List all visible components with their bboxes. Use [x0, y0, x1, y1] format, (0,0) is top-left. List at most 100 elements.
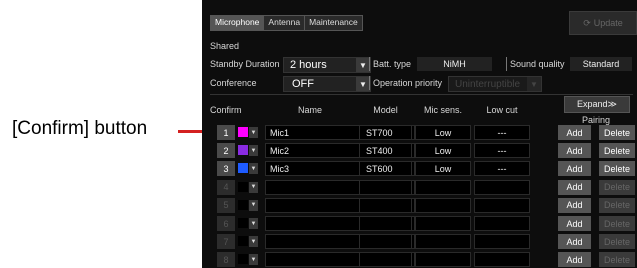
delete-button[interactable]: Delete — [599, 252, 635, 268]
chevron-down-icon[interactable]: ▼ — [249, 181, 258, 193]
mic-sens-cell[interactable]: Low — [415, 143, 471, 159]
confirm-button-callout: [Confirm] button — [12, 118, 148, 139]
color-swatch[interactable] — [238, 199, 248, 210]
add-button[interactable]: Add — [558, 125, 591, 140]
low-cut-cell[interactable] — [474, 252, 530, 268]
shared-heading: Shared — [210, 41, 240, 51]
chevron-down-icon[interactable]: ▼ — [249, 254, 258, 266]
model-cell: ST600 — [359, 161, 412, 177]
mic-sens-cell[interactable]: Low — [415, 125, 471, 140]
model-cell: ST400 — [359, 143, 412, 159]
table-row: 2 ▼ Mic2 ST400 Low --- Add Delete — [202, 143, 637, 159]
divider — [506, 57, 507, 71]
chevron-down-icon: ▼ — [527, 77, 541, 91]
table-row: 1 ▼ Mic1 ST700 Low --- Add Delete — [202, 125, 637, 141]
delete-button[interactable]: Delete — [599, 125, 635, 140]
mic-sens-cell[interactable] — [415, 197, 471, 213]
color-swatch[interactable] — [238, 236, 248, 247]
add-button[interactable]: Add — [558, 143, 591, 159]
low-cut-cell[interactable] — [474, 179, 530, 195]
batt-type-label: Batt. type — [373, 59, 412, 69]
low-cut-header: Low cut — [486, 105, 518, 115]
model-cell: ST700 — [359, 125, 412, 140]
section-divider — [210, 94, 633, 95]
conference-select[interactable]: OFF ▼ — [283, 76, 371, 92]
update-label: Update — [593, 18, 623, 28]
confirm-button[interactable]: 1 — [217, 125, 235, 140]
wireless-mic-panel: Microphone Antenna Maintenance ⟳ Update … — [202, 0, 637, 268]
model-cell — [359, 197, 412, 213]
chevron-down-icon[interactable]: ▼ — [249, 145, 258, 157]
delete-button[interactable]: Delete — [599, 179, 635, 195]
low-cut-cell[interactable]: --- — [474, 143, 530, 159]
add-button[interactable]: Add — [558, 252, 591, 268]
low-cut-cell[interactable]: --- — [474, 161, 530, 177]
name-header: Name — [297, 105, 322, 115]
standby-duration-value: 2 hours — [290, 59, 327, 71]
model-cell — [359, 216, 412, 231]
chevron-down-icon[interactable]: ▼ — [249, 163, 258, 175]
operation-priority-value: Uninterruptible — [455, 78, 521, 90]
confirm-button[interactable]: 4 — [217, 179, 235, 195]
color-swatch[interactable] — [238, 254, 248, 265]
color-swatch[interactable] — [238, 181, 248, 192]
confirm-button[interactable]: 2 — [217, 143, 235, 159]
confirm-button[interactable]: 3 — [217, 161, 235, 177]
mic-sens-cell[interactable] — [415, 252, 471, 268]
delete-button[interactable]: Delete — [599, 216, 635, 231]
confirm-button[interactable]: 8 — [217, 252, 235, 268]
add-button[interactable]: Add — [558, 234, 591, 250]
model-cell — [359, 234, 412, 250]
update-button[interactable]: ⟳ Update — [569, 11, 637, 35]
add-button[interactable]: Add — [558, 179, 591, 195]
chevron-down-icon[interactable]: ▼ — [249, 199, 258, 211]
tab-maintenance[interactable]: Maintenance — [305, 16, 362, 30]
divider — [369, 76, 370, 90]
table-row: 8 ▼ Add Delete — [202, 252, 637, 268]
delete-button[interactable]: Delete — [599, 197, 635, 213]
chevron-down-icon[interactable]: ▼ — [249, 218, 258, 229]
confirm-button[interactable]: 7 — [217, 234, 235, 250]
expand-button[interactable]: Expand≫ — [564, 96, 630, 113]
color-swatch[interactable] — [238, 218, 248, 228]
confirm-button[interactable]: 5 — [217, 197, 235, 213]
table-row: 4 ▼ Add Delete — [202, 179, 637, 196]
chevron-down-icon: ▼ — [356, 77, 370, 91]
mic-sens-cell[interactable]: Low — [415, 161, 471, 177]
mic-sens-header: Mic sens. — [423, 105, 462, 115]
model-header: Model — [373, 105, 398, 115]
table-row: 7 ▼ Add Delete — [202, 234, 637, 250]
delete-button[interactable]: Delete — [599, 161, 635, 177]
chevron-down-icon[interactable]: ▼ — [249, 127, 258, 138]
sound-quality-label: Sound quality — [510, 59, 565, 69]
mic-sens-cell[interactable] — [415, 216, 471, 231]
add-button[interactable]: Add — [558, 216, 591, 231]
standby-duration-label: Standby Duration — [210, 59, 280, 69]
color-swatch[interactable] — [238, 127, 248, 137]
mic-sens-cell[interactable] — [415, 234, 471, 250]
batt-type-value: NiMH — [417, 57, 492, 71]
low-cut-cell[interactable] — [474, 234, 530, 250]
model-cell — [359, 179, 412, 195]
mic-sens-cell[interactable] — [415, 179, 471, 195]
operation-priority-select[interactable]: Uninterruptible ▼ — [448, 76, 542, 92]
tab-microphone[interactable]: Microphone — [211, 16, 265, 30]
add-button[interactable]: Add — [558, 197, 591, 213]
tab-antenna[interactable]: Antenna — [264, 16, 306, 30]
standby-duration-select[interactable]: 2 hours ▼ — [283, 57, 371, 73]
table-row: 3 ▼ Mic3 ST600 Low --- Add Delete — [202, 161, 637, 177]
pairing-header: Pairing — [581, 115, 610, 125]
low-cut-cell[interactable] — [474, 197, 530, 213]
delete-button[interactable]: Delete — [599, 143, 635, 159]
conference-label: Conference — [210, 78, 257, 88]
add-button[interactable]: Add — [558, 161, 591, 177]
delete-button[interactable]: Delete — [599, 234, 635, 250]
low-cut-cell[interactable]: --- — [474, 125, 530, 140]
color-swatch[interactable] — [238, 145, 248, 156]
confirm-button[interactable]: 6 — [217, 216, 235, 231]
low-cut-cell[interactable] — [474, 216, 530, 231]
divider — [369, 57, 370, 71]
chevron-down-icon[interactable]: ▼ — [249, 236, 258, 248]
refresh-icon: ⟳ — [583, 17, 591, 28]
color-swatch[interactable] — [238, 163, 248, 174]
